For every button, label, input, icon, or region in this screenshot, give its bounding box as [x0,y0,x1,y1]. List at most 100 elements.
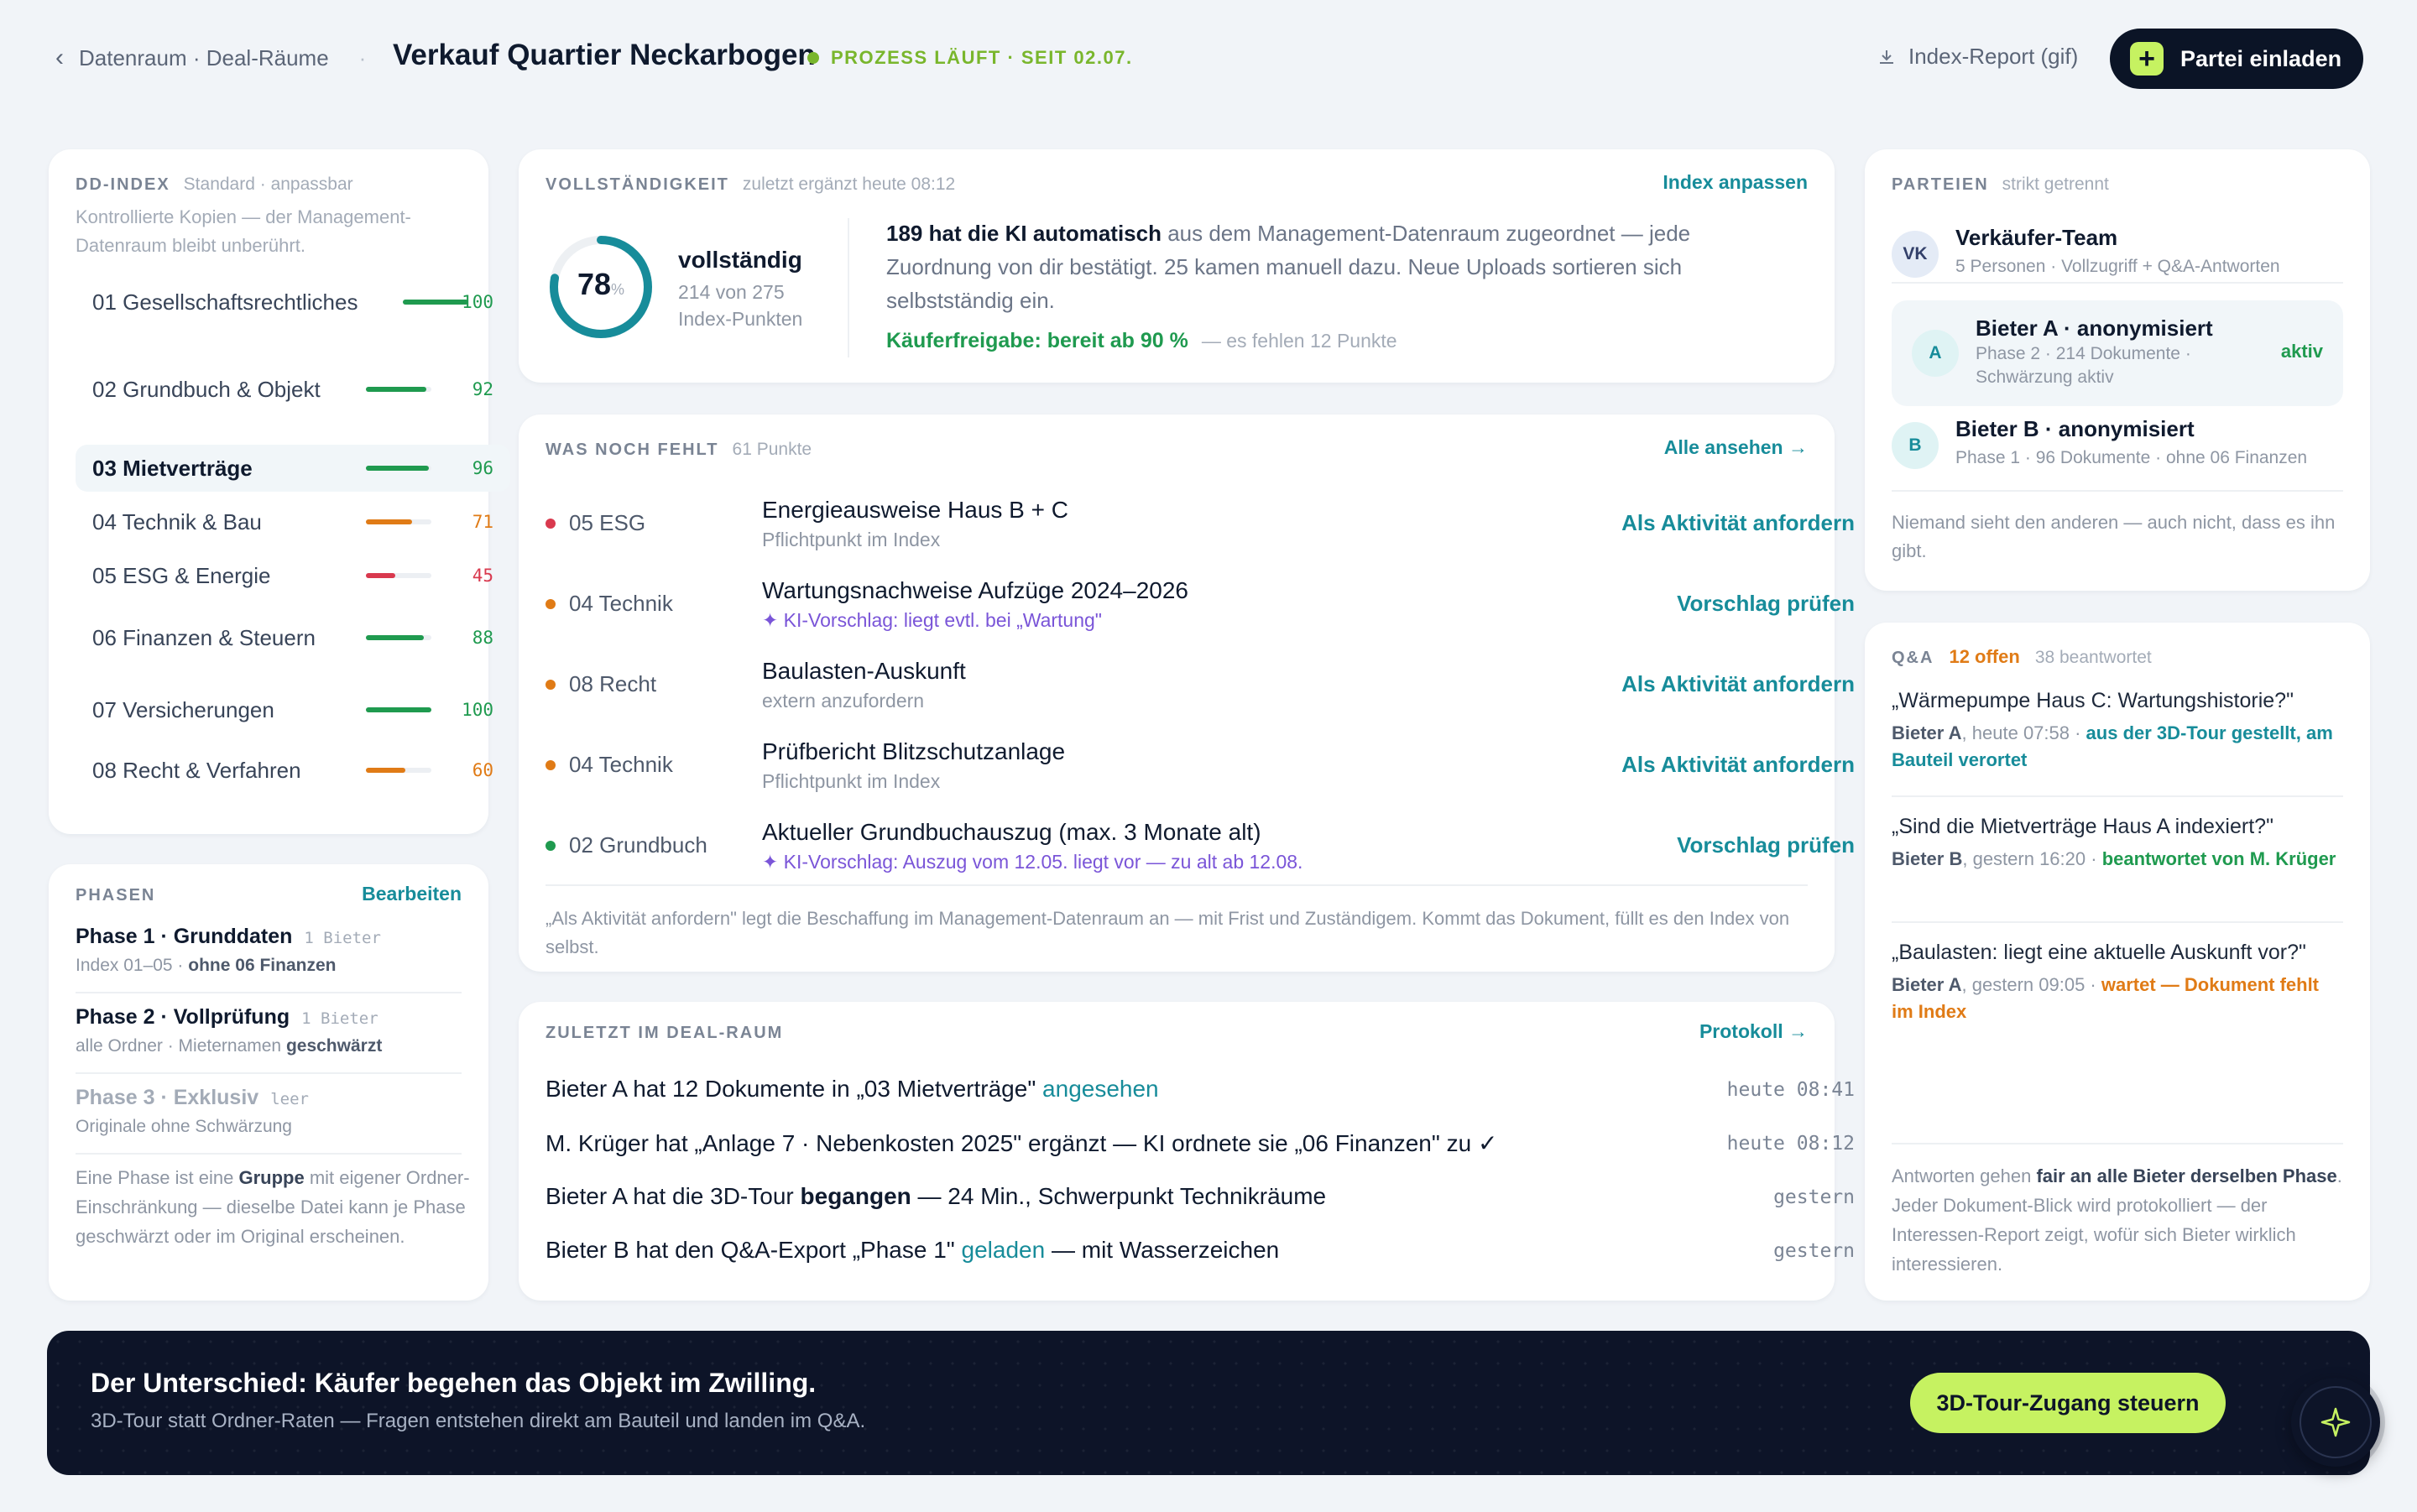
missing-item-category: 04 Technik [569,591,673,616]
progress-bar [366,768,431,773]
index-report-label[interactable]: Index-Report (gif) [1908,44,2078,70]
party-name[interactable]: Verkäufer-Team [1955,225,2117,251]
banner-subtitle: 3D-Tour statt Ordner-Raten — Fragen ents… [91,1410,866,1432]
parties-label: PARTEIEN [1892,175,1989,194]
divider [76,1072,462,1074]
missing-item-description: Pflichtpunkt im Index [762,770,941,792]
phase-item[interactable]: Phase 2 · Vollprüfung 1 Bieter alle Ordner… [76,1005,462,1056]
missing-item[interactable]: 04 Technik Wartungsnachweise Aufzüge 2024… [546,569,1855,649]
dd-index-item-label[interactable]: 03 Mietverträge [92,455,344,482]
buyer-release: Käuferfreigabe: bereit ab 90 % — es fehle… [886,329,1397,352]
missing-item-description: extern anzufordern [762,690,925,712]
dd-index-item[interactable]: 04 Technik & Bau 71 [76,498,510,545]
qa-item[interactable]: „Wärmepumpe Haus C: Wartungshistorie?" Bi… [1892,686,2343,774]
phase-title[interactable]: Phase 1 · Grunddaten 1 Bieter [76,925,462,949]
missing-item[interactable]: 05 ESG Energieausweise Haus B + C Pflichtp… [546,488,1855,569]
assistant-button[interactable] [2291,1378,2380,1467]
missing-card: WAS NOCH FEHLT 61 Punkte Alle ansehen → … [519,414,1855,972]
dd-index-item-label[interactable]: 08 Recht & Verfahren [92,757,344,784]
missing-item-title[interactable]: Wartungsnachweise Aufzüge 2024–2026 [762,577,1188,604]
activity-row[interactable]: M. Krüger hat „Anlage 7 · Nebenkosten 20… [546,1129,1855,1157]
activity-row[interactable]: Bieter A hat die 3D-Tour begangen — 24 M… [546,1183,1855,1210]
dd-index-item[interactable]: 06 Finanzen & Steuern 88 [76,609,510,666]
party-item[interactable]: A Bieter A · anonymisiert Phase 2 · 214 Do… [1892,300,2343,406]
dd-index-item-label[interactable]: 04 Technik & Bau [92,508,344,535]
dd-index-description: Kontrollierte Kopien — der Management-Da… [76,206,411,256]
phase-item[interactable]: Phase 1 · Grunddaten 1 Bieter Index 01–05 … [76,925,462,976]
breadcrumb-label[interactable]: Datenraum · Deal-Räume [79,45,329,71]
party-item[interactable]: B Bieter B · anonymisiert Phase 1 · 96 Dok… [1892,416,2343,475]
qa-item[interactable]: „Baulasten: liegt eine aktuelle Auskunft… [1892,938,2343,1025]
party-name[interactable]: Bieter A · anonymisiert [1976,315,2213,342]
progress-bar [403,300,468,305]
phases-edit-link[interactable]: Bearbeiten [362,883,462,905]
missing-note: „Als Aktivität anfordern" legt die Besch… [546,908,1790,957]
qa-question[interactable]: „Sind die Mietverträge Haus A indexiert?… [1892,812,2343,841]
dd-index-item[interactable]: 08 Recht & Verfahren 60 [76,742,510,799]
party-description: Phase 2 · 214 Dokumente · Schwärzung akt… [1976,344,2191,387]
qa-question[interactable]: „Baulasten: liegt eine aktuelle Auskunft… [1892,938,2343,967]
dd-index-item-label[interactable]: 02 Grundbuch & Objekt [92,376,344,403]
breadcrumb[interactable]: ‹ Datenraum · Deal-Räume · [55,44,366,72]
request-activity-button[interactable]: Als Aktivität anfordern [1621,510,1855,536]
top-bar: ‹ Datenraum · Deal-Räume · Verkauf Quart… [0,0,2417,117]
dd-index-card: DD-INDEX Standard · anpassbar Kontrollie… [49,149,510,834]
qa-answered-count[interactable]: 38 beantwortet [2035,648,2152,668]
dd-index-item-value: 96 [472,458,493,478]
status-badge: PROZESS LÄUFT · SEIT 02.07. [807,47,1133,69]
phase-title[interactable]: Phase 2 · Vollprüfung 1 Bieter [76,1005,462,1030]
dd-index-item[interactable]: 03 Mietverträge 96 [76,445,510,492]
dd-index-item-label[interactable]: 01 Gesellschaftsrechtliches [92,289,378,315]
missing-item-title[interactable]: Aktueller Grundbuchauszug (max. 3 Monate… [762,819,1261,846]
qa-open-count[interactable]: 12 offen [1949,646,2019,668]
completeness-percent: 78% [577,267,625,301]
dd-index-item[interactable]: 07 Versicherungen 100 [76,686,510,733]
missing-item[interactable]: 04 Technik Prüfbericht Blitzschutzanlage P… [546,730,1855,811]
dd-index-item-value: 71 [472,512,493,532]
dd-index-item[interactable]: 01 Gesellschaftsrechtliches 100 [76,274,510,331]
dd-index-item[interactable]: 02 Grundbuch & Objekt 92 [76,361,510,418]
chevron-left-icon[interactable]: ‹ [55,44,64,72]
index-report-button[interactable]: Index-Report (gif) [1877,44,2078,70]
request-activity-button[interactable]: Als Aktivität anfordern [1621,671,1855,697]
missing-item-title[interactable]: Prüfbericht Blitzschutzanlage [762,738,1065,765]
qa-meta: Bieter B, gestern 16:20 · beantwortet vo… [1892,848,2336,869]
progress-bar [366,519,431,524]
phase-item[interactable]: Phase 3 · Exklusiv leer Originale ohne Sch… [76,1086,462,1137]
protocol-link[interactable]: Protokoll → [1699,1020,1808,1043]
qa-question[interactable]: „Wärmepumpe Haus C: Wartungshistorie?" [1892,686,2343,715]
review-suggestion-button[interactable]: Vorschlag prüfen [1677,832,1855,858]
party-description: 5 Personen · Vollzugriff + Q&A-Antworten [1955,257,2280,276]
qa-item[interactable]: „Sind die Mietverträge Haus A indexiert?… [1892,812,2343,873]
party-item[interactable]: VK Verkäufer-Team 5 Personen · Vollzugriff… [1892,225,2343,284]
plus-icon: + [2130,42,2164,76]
dd-index-item[interactable]: 05 ESG & Energie 45 [76,552,510,599]
breadcrumb-separator: · [358,44,367,70]
party-name[interactable]: Bieter B · anonymisiert [1955,416,2195,442]
phase-description: alle Ordner · Mieternamen geschwärzt [76,1036,383,1056]
missing-item[interactable]: 02 Grundbuch Aktueller Grundbuchauszug (m… [546,811,1855,891]
missing-item-title[interactable]: Baulasten-Auskunft [762,658,966,685]
dd-index-item-label[interactable]: 07 Versicherungen [92,696,344,723]
dd-index-item-label[interactable]: 06 Finanzen & Steuern [92,624,344,651]
invite-party-button[interactable]: + Partei einladen [2110,29,2363,89]
phase-title[interactable]: Phase 3 · Exklusiv leer [76,1086,462,1110]
parties-note: Niemand sieht den anderen — auch nicht, … [1892,512,2336,561]
dd-index-sublabel[interactable]: Standard · anpassbar [184,175,353,195]
completeness-card: VOLLSTÄNDIGKEIT zuletzt ergänzt heute 08… [519,149,1835,383]
activity-highlight-link[interactable]: geladen [962,1237,1046,1263]
invite-party-label[interactable]: Partei einladen [2180,46,2341,72]
missing-item-title[interactable]: Energieausweise Haus B + C [762,497,1068,524]
completeness-detail: 214 von 275 Index-Punkten [678,281,803,330]
dd-index-item-label[interactable]: 05 ESG & Energie [92,562,344,589]
index-adjust-link[interactable]: Index anpassen [1663,171,1808,194]
activity-row[interactable]: Bieter A hat 12 Dokumente in „03 Mietver… [546,1076,1855,1103]
activity-row[interactable]: Bieter B hat den Q&A-Export „Phase 1" ge… [546,1237,1855,1264]
missing-item[interactable]: 08 Recht Baulasten-Auskunft extern anzufor… [546,649,1855,730]
request-activity-button[interactable]: Als Aktivität anfordern [1621,752,1855,778]
review-suggestion-button[interactable]: Vorschlag prüfen [1677,591,1855,617]
activity-highlight-link[interactable]: angesehen [1042,1076,1159,1102]
tour-access-button[interactable]: 3D-Tour-Zugang steuern [1910,1373,2226,1433]
missing-header: WAS NOCH FEHLT 61 Punkte [546,440,812,460]
view-all-link[interactable]: Alle ansehen → [1664,436,1808,459]
